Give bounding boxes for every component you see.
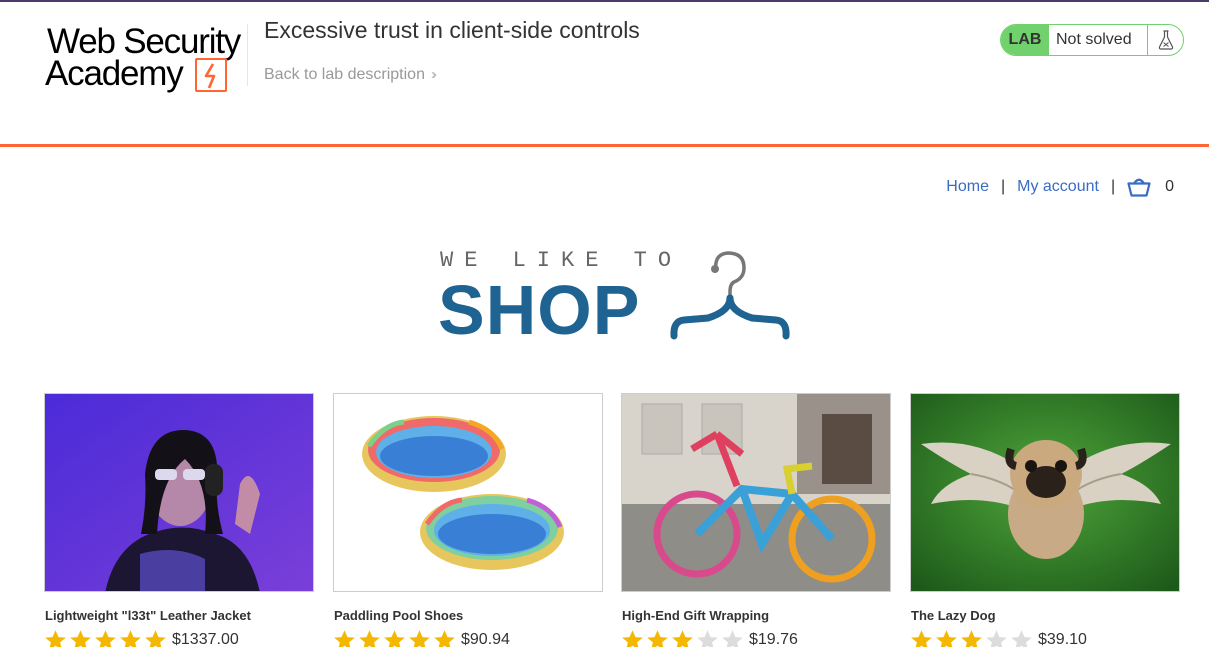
back-link-label: Back to lab description — [264, 66, 425, 83]
star-rating-icons — [333, 629, 458, 647]
product-image[interactable] — [44, 393, 314, 592]
star-rating-icons — [910, 629, 1035, 647]
product-name: The Lazy Dog — [911, 608, 996, 623]
product-name: Lightweight "l33t" Leather Jacket — [45, 608, 251, 623]
cart-count: 0 — [1165, 178, 1174, 195]
product-rating: $90.94 — [333, 629, 510, 647]
product-name: Paddling Pool Shoes — [334, 608, 464, 623]
back-to-lab-description-link[interactable]: Back to lab description ›› — [264, 66, 437, 84]
cart-link[interactable]: 0 — [1127, 177, 1174, 197]
star-filled-icon — [145, 630, 166, 647]
product-price: $90.94 — [461, 631, 510, 647]
star-filled-icon — [672, 630, 693, 647]
star-empty-icon — [1011, 630, 1032, 647]
logo-line2: Academy — [45, 54, 184, 93]
banner-headline: SHOP — [438, 271, 641, 349]
star-filled-icon — [70, 630, 91, 647]
star-rating-icons — [621, 629, 746, 647]
top-navigation: Home | My account | 0 — [946, 177, 1174, 197]
nav-separator: | — [1110, 178, 1116, 195]
star-filled-icon — [359, 630, 380, 647]
lab-status-text: Not solved — [1049, 25, 1148, 55]
star-empty-icon — [986, 630, 1007, 647]
star-filled-icon — [95, 630, 116, 647]
product-card: The Lazy Dog $39.10 — [910, 393, 1180, 647]
top-rule — [0, 0, 1209, 2]
nav-home-link[interactable]: Home — [946, 178, 989, 196]
product-rating: $19.76 — [621, 629, 798, 647]
product-image[interactable] — [910, 393, 1180, 592]
product-price: $19.76 — [749, 631, 798, 647]
product-rating: $1337.00 — [44, 629, 239, 647]
star-empty-icon — [722, 630, 743, 647]
star-filled-icon — [434, 630, 455, 647]
product-name: High-End Gift Wrapping — [622, 608, 770, 623]
lab-title: Excessive trust in client-side controls — [264, 17, 640, 43]
header-orange-rule — [0, 144, 1209, 147]
product-image[interactable] — [621, 393, 891, 592]
star-filled-icon — [409, 630, 430, 647]
product-price: $39.10 — [1038, 631, 1087, 647]
star-filled-icon — [961, 630, 982, 647]
coat-hanger-icon — [670, 251, 790, 340]
nav-separator: | — [1000, 178, 1006, 195]
basket-icon — [1127, 178, 1151, 197]
product-card: Lightweight "l33t" Leather Jacket $1337.… — [44, 393, 314, 647]
star-filled-icon — [120, 630, 141, 647]
star-empty-icon — [697, 630, 718, 647]
lab-status-widget: LAB Not solved — [1000, 24, 1184, 56]
product-card: Paddling Pool Shoes $90.94 — [333, 393, 603, 647]
star-filled-icon — [647, 630, 668, 647]
star-filled-icon — [384, 630, 405, 647]
flask-icon — [1148, 25, 1183, 55]
star-filled-icon — [622, 630, 643, 647]
star-rating-icons — [44, 629, 169, 647]
header-divider — [247, 24, 248, 86]
star-filled-icon — [45, 630, 66, 647]
lightning-bolt-icon — [195, 58, 227, 92]
double-chevron-right-icon: ›› — [430, 66, 437, 83]
star-filled-icon — [911, 630, 932, 647]
product-rating: $39.10 — [910, 629, 1087, 647]
star-filled-icon — [936, 630, 957, 647]
we-like-to-shop-banner: WE LIKE TO SHOP — [438, 246, 798, 349]
web-security-academy-logo[interactable]: Web Security Academy — [45, 22, 245, 96]
lab-badge: LAB — [1001, 25, 1049, 55]
star-filled-icon — [334, 630, 355, 647]
product-image[interactable] — [333, 393, 603, 592]
product-card: High-End Gift Wrapping $19.76 — [621, 393, 891, 647]
nav-my-account-link[interactable]: My account — [1017, 178, 1099, 196]
product-price: $1337.00 — [172, 631, 239, 647]
